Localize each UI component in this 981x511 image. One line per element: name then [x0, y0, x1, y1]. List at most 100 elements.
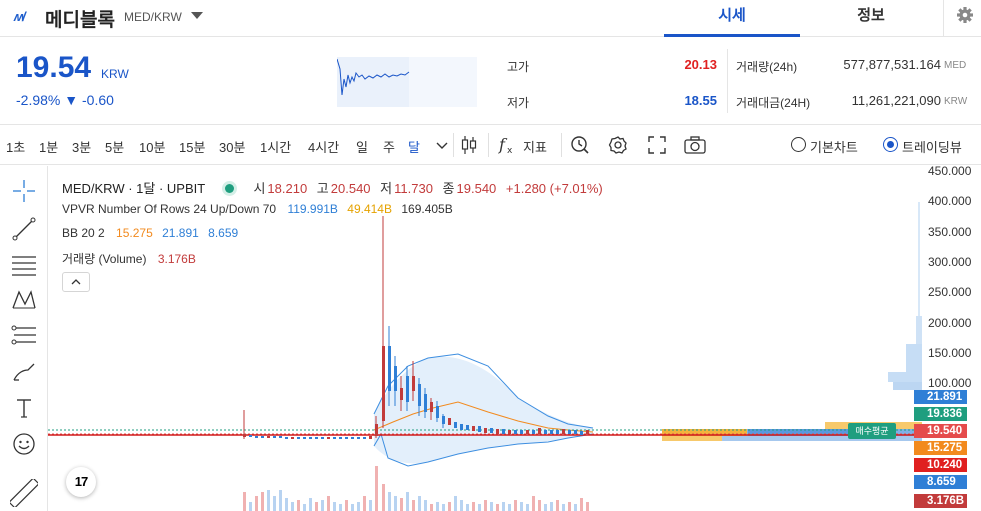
timeframe-day[interactable]: 일: [356, 137, 368, 156]
timeframe-15m[interactable]: 15분: [179, 137, 205, 156]
avg-buy-tag: 19.836: [914, 407, 967, 421]
bb-label: BB 20 2: [62, 226, 105, 240]
tradingview-logo-icon[interactable]: 17: [66, 467, 96, 497]
y-axis-label: 400.000: [928, 194, 972, 208]
y-axis-label: 100.000: [928, 376, 972, 390]
vpvr-label: VPVR Number Of Rows 24 Up/Down 70: [62, 202, 277, 216]
volume-unit: MED: [944, 60, 967, 71]
low-price-tag: 10.240: [914, 458, 967, 472]
stat-divider: [727, 49, 728, 113]
y-axis-label: 200.000: [928, 316, 972, 330]
avg-buy-label: 매수평균: [848, 423, 896, 439]
amount-unit: KRW: [944, 96, 968, 107]
timeframe-1m[interactable]: 1분: [39, 137, 58, 156]
coin-pair[interactable]: MED/KRW: [124, 10, 182, 24]
bb-basis: 15.275: [116, 226, 153, 240]
legend-bb-row[interactable]: BB 20 2 15.275 21.891 8.659: [62, 226, 240, 240]
toolbar-divider: [453, 133, 454, 157]
volume-tag: 3.176B: [914, 494, 967, 508]
candlestick-icon[interactable]: [457, 133, 481, 157]
y-axis-label: 350.000: [928, 225, 972, 239]
emoji-icon[interactable]: [10, 430, 38, 458]
gear-icon[interactable]: [606, 133, 630, 157]
timeframe-month[interactable]: 달: [408, 137, 420, 156]
price-unit: KRW: [101, 67, 129, 81]
bb-upper: 21.891: [162, 226, 199, 240]
timeframe-4h[interactable]: 4시간: [308, 137, 339, 156]
legend-collapse-button[interactable]: [62, 272, 90, 292]
timeframe-30m[interactable]: 30분: [219, 137, 245, 156]
y-axis-label: 450.000: [928, 164, 972, 178]
low-label: 저가: [507, 96, 530, 110]
price-change: -2.98% ▼ -0.60: [16, 92, 114, 108]
function-icon[interactable]: f x: [495, 133, 519, 157]
trading-view-radio[interactable]: [883, 137, 898, 152]
chart-canvas[interactable]: [48, 166, 981, 511]
high-price: 20.13: [684, 57, 717, 72]
svg-text:x: x: [507, 146, 513, 156]
y-axis-label: 250.000: [928, 285, 972, 299]
trading-view-label[interactable]: 트레이딩뷰: [902, 137, 962, 156]
camera-icon[interactable]: [683, 133, 707, 157]
vpvr-histogram: [662, 202, 922, 441]
bb-upper-tag: 21.891: [914, 390, 967, 404]
legend-volume-row[interactable]: 거래량 (Volume) 3.176B: [62, 250, 198, 267]
legend-symbol-row[interactable]: MED/KRW · 1달 · UPBIT 시 18.210 고 20.540 저 11…: [62, 178, 605, 197]
settings-button[interactable]: [943, 0, 981, 37]
chevron-up-icon: [71, 279, 81, 285]
coin-logo-icon: ʍ/: [14, 9, 26, 24]
gear-icon: [957, 7, 973, 23]
horizontal-lines-icon[interactable]: [10, 250, 38, 278]
ohlc-close: 19.540: [456, 181, 497, 196]
drawing-toolbar: [0, 166, 48, 511]
volume-value: 577,877,531.164: [843, 57, 941, 72]
vpvr-total: 169.405B: [401, 202, 453, 216]
trading-chart[interactable]: MED/KRW · 1달 · UPBIT 시 18.210 고 20.540 저 11…: [48, 164, 981, 511]
chevron-down-icon[interactable]: [430, 133, 454, 157]
volume-label: 거래량(24h): [736, 60, 798, 74]
volume-legend-value: 3.176B: [157, 252, 196, 266]
timeframe-10m[interactable]: 10분: [139, 137, 165, 156]
fullscreen-icon[interactable]: [645, 133, 669, 157]
timeframe-week[interactable]: 주: [383, 137, 395, 156]
trend-line-icon[interactable]: [10, 215, 38, 243]
indicator-button[interactable]: 지표: [523, 137, 547, 156]
ohlc-low: 11.730: [394, 181, 433, 196]
timeframe-1h[interactable]: 1시간: [260, 137, 291, 156]
tab-info[interactable]: 정보: [803, 0, 939, 37]
fib-icon[interactable]: [10, 322, 38, 350]
timeframe-3m[interactable]: 3분: [72, 137, 91, 156]
basic-chart-label[interactable]: 기본차트: [810, 137, 858, 156]
symbol-label: MED/KRW · 1달 · UPBIT: [62, 181, 206, 196]
legend-vpvr-row[interactable]: VPVR Number Of Rows 24 Up/Down 70 119.99…: [62, 202, 455, 216]
bb-lower: 8.659: [208, 226, 239, 240]
top-bar: ʍ/ 메디블록 MED/KRW 시세 정보: [0, 0, 981, 37]
tab-price[interactable]: 시세: [664, 0, 800, 37]
y-axis-label: 150.000: [928, 346, 972, 360]
current-price: 19.54: [16, 51, 92, 84]
pattern-icon[interactable]: [10, 286, 38, 314]
text-tool-icon[interactable]: [10, 394, 38, 422]
current-price-tag: 19.540: [914, 424, 967, 438]
brush-icon[interactable]: [10, 358, 38, 386]
vpvr-up: 119.991B: [287, 202, 338, 216]
timeframe-1s[interactable]: 1초: [6, 137, 25, 156]
alert-clock-icon[interactable]: [568, 133, 592, 157]
ohlc-change: +1.280 (+7.01%): [505, 181, 603, 196]
crosshair-icon[interactable]: [10, 177, 38, 205]
amount-label: 거래대금(24H): [736, 96, 811, 110]
low-price: 18.55: [684, 93, 717, 108]
ohlc-open: 18.210: [267, 181, 308, 196]
toolbar-divider: [488, 133, 489, 157]
amount-value: 11,261,221,090: [851, 93, 941, 108]
volume-legend-label: 거래량 (Volume): [62, 252, 147, 266]
y-axis-label: 300.000: [928, 255, 972, 269]
chart-toolbar: 1초 1분 3분 5분 10분 15분 30분 1시간 4시간 일 주 달 f …: [0, 125, 981, 165]
volume-bars: [243, 466, 589, 511]
timeframe-5m[interactable]: 5분: [105, 137, 124, 156]
coin-name[interactable]: 메디블록: [45, 5, 115, 32]
price-panel: 19.54 KRW -2.98% ▼ -0.60 고가 20.13 저가 18.…: [0, 37, 981, 125]
chevron-down-icon[interactable]: [191, 12, 203, 19]
basic-chart-radio[interactable]: [791, 137, 806, 152]
ruler-icon[interactable]: [10, 479, 38, 507]
